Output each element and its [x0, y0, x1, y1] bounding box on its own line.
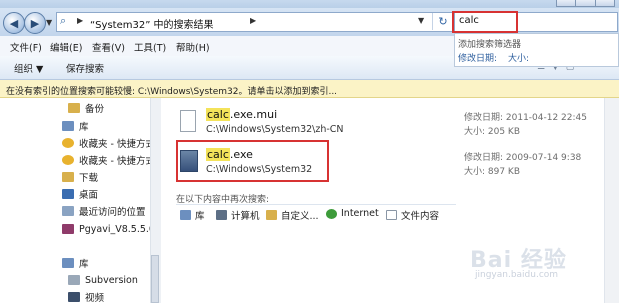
- option-label: 库: [195, 211, 205, 222]
- nav-item-libraries[interactable]: 库: [62, 256, 89, 270]
- nav-item-videos[interactable]: 视频: [68, 290, 104, 304]
- recent-places-icon: [62, 206, 74, 216]
- nav-item-subversion[interactable]: Subversion: [68, 273, 138, 287]
- nav-item-downloads[interactable]: 下载: [62, 170, 98, 184]
- search-location-icon: ⌕: [60, 14, 67, 27]
- option-label: 文件内容: [401, 211, 440, 222]
- video-icon: [68, 292, 80, 302]
- nav-item-favorite-shortcut[interactable]: 收藏夹 - 快捷方式: [62, 153, 155, 167]
- filter-modified-date-link[interactable]: 修改日期:: [458, 51, 497, 64]
- result-date: 修改日期: 2011-04-12 22:45: [464, 113, 587, 123]
- menu-tools[interactable]: 工具(T): [134, 40, 166, 54]
- desktop-icon: [62, 189, 74, 199]
- star-icon: [62, 138, 74, 148]
- folder-icon: [68, 103, 80, 113]
- result-size: 大小: 205 KB: [464, 127, 521, 137]
- star-icon: [62, 155, 74, 165]
- nav-scrollbar-thumb[interactable]: [151, 255, 159, 303]
- result-name-rest: .exe.mui: [229, 108, 278, 121]
- highlight-box-search: [452, 11, 518, 33]
- window-controls: [556, 0, 615, 7]
- address-dropdown-icon[interactable]: ▼: [418, 16, 424, 25]
- library-icon: [62, 258, 74, 268]
- close-button[interactable]: [594, 0, 615, 7]
- organize-button[interactable]: 组织 ▼: [14, 61, 43, 75]
- refresh-button[interactable]: ↻: [432, 13, 453, 30]
- window-title-bar: [0, 0, 619, 8]
- save-search-button[interactable]: 保存搜索: [66, 61, 104, 75]
- result-size: 大小: 897 KB: [464, 167, 521, 177]
- library-icon: [180, 210, 191, 220]
- results-scrollbar[interactable]: [604, 98, 619, 303]
- nav-item-recent-places[interactable]: 最近访问的位置: [62, 204, 146, 218]
- menu-view[interactable]: 查看(V): [92, 40, 125, 54]
- back-button[interactable]: ◀: [3, 12, 25, 34]
- internet-icon: [326, 208, 337, 219]
- nav-item-label: 下载: [79, 173, 99, 184]
- recent-pages-dropdown-icon[interactable]: ▼: [46, 18, 52, 27]
- archive-icon: [62, 224, 74, 234]
- divider: [176, 204, 456, 205]
- nav-item-label: 库: [79, 122, 89, 133]
- search-again-custom[interactable]: 自定义...: [266, 208, 319, 222]
- nav-item-favorite-shortcut[interactable]: 收藏夹 - 快捷方式: [62, 136, 155, 150]
- nav-item-label: 视频: [85, 293, 105, 304]
- breadcrumb-separator-icon[interactable]: ▶: [77, 16, 83, 25]
- search-again-libraries[interactable]: 库: [180, 208, 205, 222]
- nav-item-library[interactable]: 库: [62, 119, 89, 133]
- breadcrumb-separator-icon[interactable]: ▶: [250, 16, 256, 25]
- folder-icon: [68, 275, 80, 285]
- result-item[interactable]: calc.exe.mui C:\Windows\System32\zh-CN 修…: [176, 104, 600, 138]
- document-file-icon: [180, 110, 196, 132]
- search-again-computer[interactable]: 计算机: [216, 208, 260, 222]
- computer-icon: [216, 210, 227, 220]
- index-info-text[interactable]: 在没有索引的位置搜索可能较慢: C:\Windows\System32。请单击以…: [6, 84, 337, 97]
- refresh-icon: ↻: [438, 15, 448, 28]
- nav-item-label: 库: [79, 259, 89, 270]
- result-name: calc.exe.mui: [206, 108, 277, 121]
- menu-help[interactable]: 帮助(H): [176, 40, 210, 54]
- forward-arrow-icon: ▶: [30, 16, 40, 30]
- result-path: C:\Windows\System32\zh-CN: [206, 124, 344, 135]
- file-contents-icon: [386, 210, 397, 220]
- back-arrow-icon: ◀: [9, 16, 19, 30]
- nav-item-label: Subversion: [85, 274, 138, 286]
- search-again-internet[interactable]: Internet: [326, 208, 379, 219]
- watermark-url: jingyan.baidu.com: [475, 270, 559, 280]
- option-label: Internet: [341, 208, 379, 219]
- maximize-button[interactable]: [575, 0, 596, 7]
- download-folder-icon: [62, 172, 74, 182]
- highlight-box-result: [176, 140, 329, 182]
- option-label: 计算机: [231, 211, 260, 222]
- forward-button[interactable]: ▶: [24, 12, 46, 34]
- nav-item-backup[interactable]: 备份: [68, 101, 104, 115]
- option-label: 自定义...: [281, 211, 319, 222]
- custom-folder-icon: [266, 210, 277, 220]
- menu-file[interactable]: 文件(F): [10, 40, 42, 54]
- nav-item-pgyavi[interactable]: Pgyavi_V8.5.5.0: [62, 222, 155, 236]
- nav-item-label: 收藏夹 - 快捷方式: [79, 139, 155, 150]
- nav-item-label: 收藏夹 - 快捷方式: [79, 156, 155, 167]
- library-icon: [62, 121, 74, 131]
- search-again-file-contents[interactable]: 文件内容: [386, 208, 439, 222]
- filter-size-link[interactable]: 大小:: [508, 51, 529, 64]
- nav-item-label: 备份: [85, 104, 105, 115]
- result-date: 修改日期: 2009-07-14 9:38: [464, 153, 582, 163]
- menu-edit[interactable]: 编辑(E): [50, 40, 82, 54]
- nav-item-label: 桌面: [79, 190, 99, 201]
- nav-item-label: Pgyavi_V8.5.5.0: [79, 223, 155, 235]
- minimize-button[interactable]: [556, 0, 577, 7]
- nav-item-label: 最近访问的位置: [79, 207, 146, 218]
- nav-item-desktop[interactable]: 桌面: [62, 187, 98, 201]
- address-path[interactable]: “System32” 中的搜索结果: [90, 16, 214, 31]
- add-search-filter-label: 添加搜索筛选器: [458, 40, 522, 50]
- result-name-match: calc: [206, 108, 230, 121]
